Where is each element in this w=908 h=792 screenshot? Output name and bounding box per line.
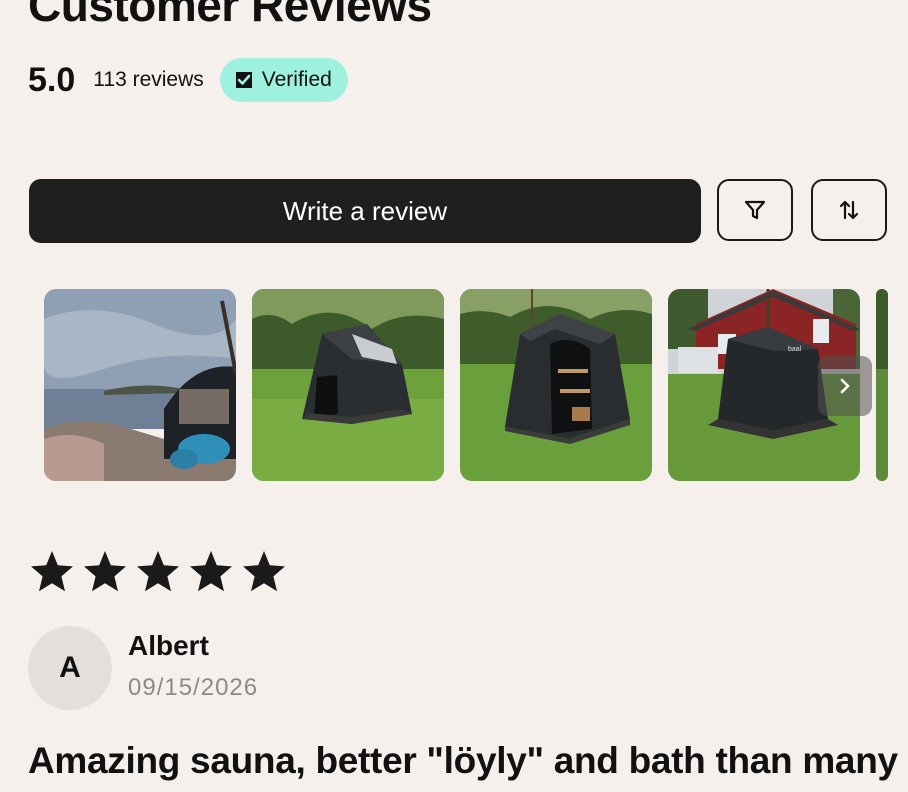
seaside-sauna-image: [44, 289, 236, 481]
sort-icon: [839, 200, 859, 220]
write-review-button[interactable]: Write a review: [29, 179, 701, 243]
filter-button[interactable]: [717, 179, 793, 241]
review-count: 113 reviews: [93, 68, 204, 91]
star-icon: [137, 551, 179, 592]
review-title: Amazing sauna, better "löyly" and bath t…: [28, 740, 898, 781]
review-author: Albert: [128, 630, 209, 661]
svg-text:baal: baal: [788, 346, 802, 353]
partial-photo-image: [876, 289, 888, 481]
review-date: 09/15/2026: [128, 674, 259, 701]
chevron-right-icon: [840, 378, 850, 394]
avatar: A: [28, 626, 112, 710]
verified-badge: Verified: [219, 58, 348, 102]
star-icon: [31, 551, 73, 592]
verified-label: Verified: [261, 68, 332, 91]
review-photo-2[interactable]: [252, 289, 444, 481]
filter-icon: [744, 200, 766, 220]
star-icon: [190, 551, 232, 592]
tent-on-lawn-image: [252, 289, 444, 481]
review-photo-1[interactable]: [44, 289, 236, 481]
page-title: Customer Reviews: [28, 0, 432, 31]
open-tent-image: [460, 289, 652, 481]
star-icon: [243, 551, 285, 592]
rating-summary: 5.0 113 reviews Verified: [28, 58, 348, 102]
sort-button[interactable]: [811, 179, 887, 241]
verified-check-icon: [235, 72, 252, 88]
review-star-rating: [28, 548, 293, 596]
star-icon: [84, 551, 126, 592]
gallery-next-button[interactable]: [818, 356, 872, 416]
average-rating: 5.0: [28, 60, 76, 99]
review-photo-3[interactable]: [460, 289, 652, 481]
review-photo-5[interactable]: [876, 289, 888, 481]
